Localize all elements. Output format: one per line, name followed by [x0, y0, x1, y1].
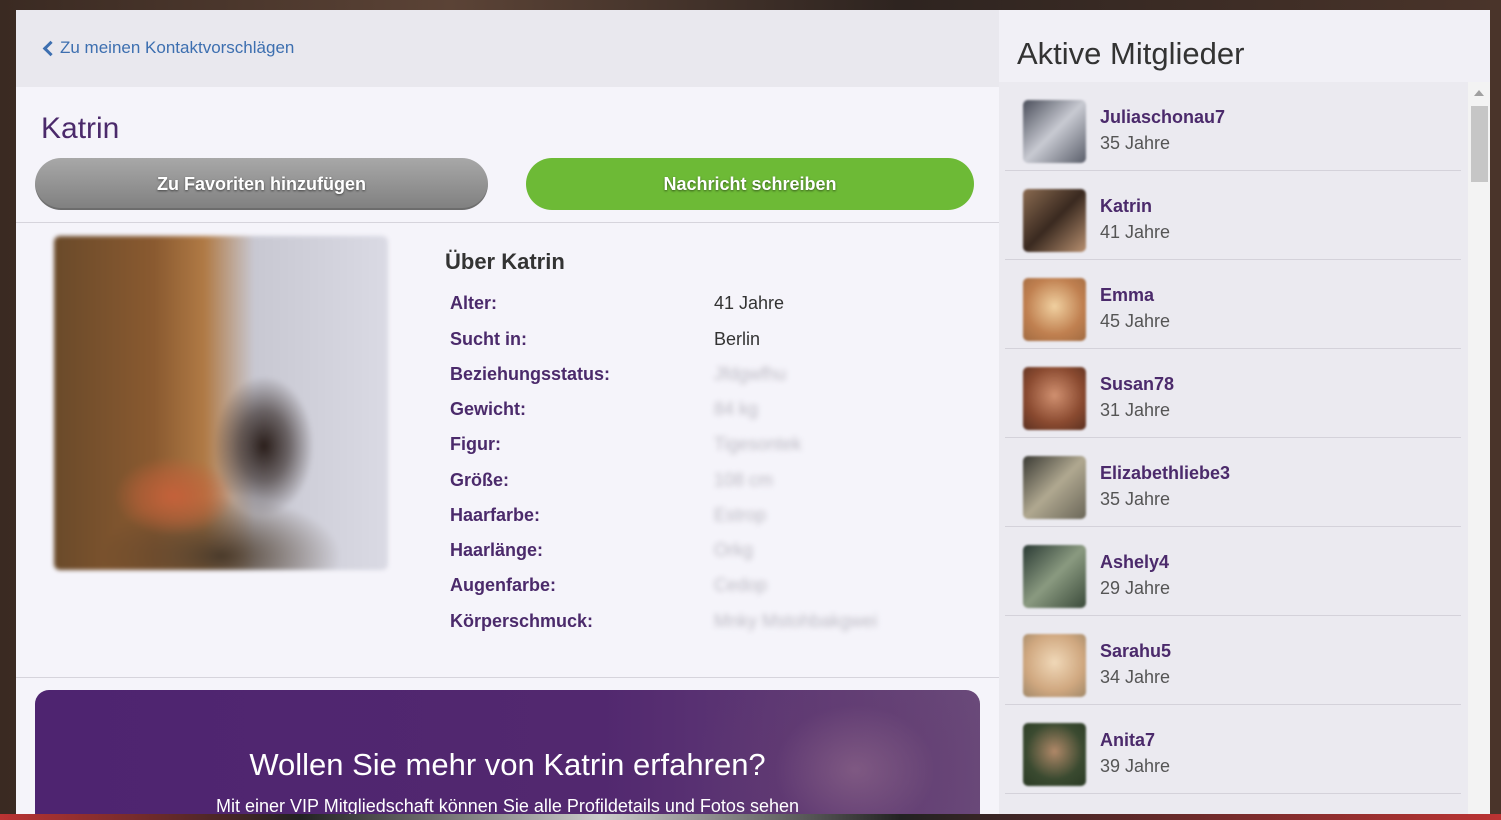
avatar — [1023, 278, 1086, 341]
member-item[interactable]: Emma 45 Jahre — [1005, 260, 1461, 349]
avatar — [1023, 723, 1086, 786]
member-age: 31 Jahre — [1100, 400, 1171, 420]
avatar — [1023, 100, 1086, 163]
vip-promo-banner[interactable]: Wollen Sie mehr von Katrin erfahren? Mit… — [35, 690, 980, 814]
member-age: 35 Jahre — [1100, 489, 1171, 509]
divider — [16, 677, 999, 678]
detail-value-blurred: Tigesontek — [714, 434, 802, 454]
detail-value-blurred: Estrop — [714, 505, 767, 525]
member-age: 35 Jahre — [1100, 133, 1171, 153]
member-age: 41 Jahre — [1100, 222, 1171, 242]
member-item[interactable]: Anita7 39 Jahre — [1005, 705, 1461, 794]
member-name: Ashely4 — [1100, 552, 1170, 572]
member-name: Elizabethliebe3 — [1100, 463, 1231, 483]
avatar — [1023, 456, 1086, 519]
detail-label: Alter: — [450, 293, 498, 313]
member-item[interactable]: Juliaschonau7 35 Jahre — [1005, 82, 1461, 171]
member-name: Emma — [1100, 285, 1155, 305]
member-age: 39 Jahre — [1100, 756, 1171, 776]
about-title: Über Katrin — [445, 249, 565, 274]
promo-subtitle: Mit einer VIP Mitgliedschaft können Sie … — [216, 796, 799, 814]
member-name: Susan78 — [1100, 374, 1175, 394]
member-item[interactable]: Ashely4 29 Jahre — [1005, 527, 1461, 616]
member-age: 34 Jahre — [1100, 667, 1171, 687]
sidebar-scrollbar[interactable] — [1468, 82, 1490, 814]
back-bar: Zu meinen Kontaktvorschlägen — [16, 10, 999, 87]
member-name: Juliaschonau7 — [1100, 107, 1226, 127]
member-name: Sarahu5 — [1100, 641, 1172, 661]
profile-name: Katrin — [41, 112, 120, 145]
avatar — [1023, 545, 1086, 608]
page-frame: Zu meinen Kontaktvorschlägen Katrin Zu F… — [16, 10, 1490, 814]
detail-label: Körperschmuck: — [450, 611, 594, 631]
scroll-thumb[interactable] — [1471, 106, 1488, 182]
detail-label: Sucht in: — [450, 329, 527, 349]
sidebar-title: Aktive Mitglieder — [1017, 36, 1245, 71]
detail-value: 41 Jahre — [714, 293, 785, 313]
active-members-list: Juliaschonau7 35 Jahre Katrin 41 Jahre E… — [999, 82, 1490, 814]
member-name: Katrin — [1100, 196, 1153, 216]
write-message-button[interactable]: Nachricht schreiben — [526, 158, 974, 210]
chevron-left-icon — [42, 40, 52, 56]
profile-photo[interactable] — [54, 236, 388, 570]
detail-label: Größe: — [450, 470, 510, 490]
detail-label: Beziehungsstatus: — [450, 364, 611, 384]
member-item[interactable]: Katrin 41 Jahre — [1005, 171, 1461, 260]
detail-value-blurred: Cedop — [714, 575, 768, 595]
profile-panel: Katrin Zu Favoriten hinzufügen Nachricht… — [16, 87, 999, 814]
member-name: Anita7 — [1100, 730, 1156, 750]
avatar — [1023, 189, 1086, 252]
divider — [16, 222, 999, 223]
avatar — [1023, 367, 1086, 430]
detail-label: Augenfarbe: — [450, 575, 557, 595]
member-item[interactable]: Sarahu5 34 Jahre — [1005, 616, 1461, 705]
background-strip — [0, 814, 1501, 820]
back-link-label: Zu meinen Kontaktvorschlägen — [60, 38, 295, 57]
back-link[interactable]: Zu meinen Kontaktvorschlägen — [42, 38, 294, 58]
member-item[interactable]: Elizabethliebe3 35 Jahre — [1005, 438, 1461, 527]
detail-value-blurred: Mnky Mstohbakgwei — [714, 611, 878, 631]
detail-value: Berlin — [714, 329, 761, 349]
avatar — [1023, 634, 1086, 697]
detail-label: Haarfarbe: — [450, 505, 541, 525]
detail-label: Gewicht: — [450, 399, 527, 419]
detail-value-blurred: 84 kg — [714, 399, 759, 419]
promo-title: Wollen Sie mehr von Katrin erfahren? — [249, 747, 766, 782]
member-age: 29 Jahre — [1100, 578, 1171, 598]
detail-label: Figur: — [450, 434, 501, 454]
detail-value-blurred: Jfdgwfhu — [714, 364, 787, 384]
detail-value-blurred: Orkg — [714, 540, 754, 560]
member-age: 45 Jahre — [1100, 311, 1171, 331]
detail-value-blurred: 108 cm — [714, 470, 774, 490]
detail-label: Haarlänge: — [450, 540, 544, 560]
add-favorite-button[interactable]: Zu Favoriten hinzufügen — [35, 158, 488, 210]
scroll-up-arrow-icon[interactable] — [1474, 90, 1484, 96]
member-item[interactable]: Susan78 31 Jahre — [1005, 349, 1461, 438]
